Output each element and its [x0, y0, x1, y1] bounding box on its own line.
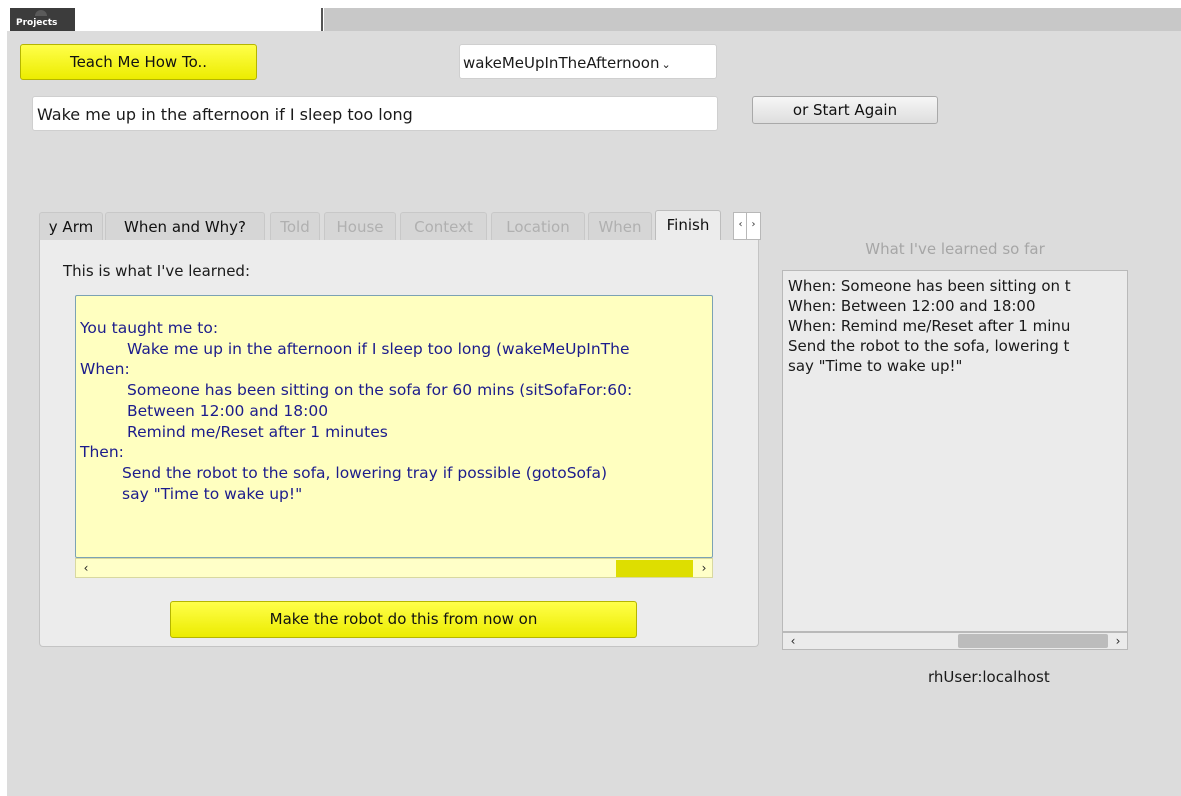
start-again-button[interactable]: or Start Again	[752, 96, 938, 124]
wizard-tabs: y Arm When and Why? Told House Context L…	[39, 210, 761, 241]
summary-taught-value: Wake me up in the afternoon if I sleep t…	[127, 339, 630, 358]
summary-when-item: Someone has been sitting on the sofa for…	[127, 381, 633, 400]
tab-when-and-why[interactable]: When and Why?	[105, 212, 265, 241]
projects-tab-label: Projects	[16, 18, 58, 28]
tab-scroll-right-icon[interactable]: ›	[746, 212, 761, 240]
user-host-label: rhUser:localhost	[928, 668, 1050, 686]
behaviour-select-value: wakeMeUpInTheAfternoon	[463, 54, 660, 72]
scroll-right-icon[interactable]: ›	[1110, 634, 1126, 649]
scroll-right-icon[interactable]: ›	[696, 561, 712, 576]
learned-line: When: Remind me/Reset after 1 minu	[788, 317, 1071, 335]
summary-text-area[interactable]: You taught me to: Wake me up in the afte…	[75, 295, 713, 558]
learned-horizontal-scrollbar[interactable]: ‹ ›	[782, 632, 1128, 650]
scroll-left-icon[interactable]: ‹	[78, 561, 94, 576]
summary-when-item: Between 12:00 and 18:00	[127, 401, 329, 420]
learned-line: Send the robot to the sofa, lowering t	[788, 337, 1070, 355]
scrollbar-thumb[interactable]	[616, 560, 693, 577]
learned-line: When: Someone has been sitting on t	[788, 277, 1071, 295]
learned-so-far-list[interactable]: When: Someone has been sitting on t When…	[782, 270, 1128, 632]
summary-then-item: Send the robot to the sofa, lowering tra…	[122, 463, 608, 482]
chevron-down-icon: ⌄	[661, 58, 671, 71]
tab-location[interactable]: Location	[491, 212, 585, 241]
behaviour-select[interactable]: wakeMeUpInTheAfternoon ⌄	[459, 44, 717, 79]
tab-house[interactable]: House	[324, 212, 396, 241]
summary-when-item: Remind me/Reset after 1 minutes	[127, 422, 388, 441]
scrollbar-thumb[interactable]	[958, 634, 1108, 648]
tab-told[interactable]: Told	[270, 212, 320, 241]
summary-then-label: Then:	[80, 443, 124, 462]
teach-me-button[interactable]: Teach Me How To..	[20, 44, 257, 80]
summary-taught-label: You taught me to:	[80, 319, 219, 337]
behaviour-description-input[interactable]: Wake me up in the afternoon if I sleep t…	[32, 96, 718, 131]
tab-finish[interactable]: Finish	[655, 210, 721, 241]
tab-context[interactable]: Context	[400, 212, 487, 241]
summary-horizontal-scrollbar[interactable]: ‹ ›	[75, 558, 713, 578]
learned-heading: This is what I've learned:	[63, 262, 251, 280]
projects-icon	[35, 10, 47, 16]
projects-tab[interactable]: Projects	[10, 8, 75, 31]
tab-arm[interactable]: y Arm	[39, 212, 103, 241]
make-robot-do-this-button[interactable]: Make the robot do this from now on	[170, 601, 637, 638]
tab-when[interactable]: When	[588, 212, 652, 241]
learned-line: say "Time to wake up!"	[788, 357, 963, 375]
learned-line: When: Between 12:00 and 18:00	[788, 297, 1036, 315]
scroll-left-icon[interactable]: ‹	[785, 634, 801, 649]
summary-then-item: say "Time to wake up!"	[122, 484, 303, 503]
tab-strip	[324, 8, 1181, 31]
summary-when-label: When:	[80, 360, 130, 379]
tab-divider	[321, 8, 323, 31]
learned-so-far-title: What I've learned so far	[865, 240, 1045, 258]
